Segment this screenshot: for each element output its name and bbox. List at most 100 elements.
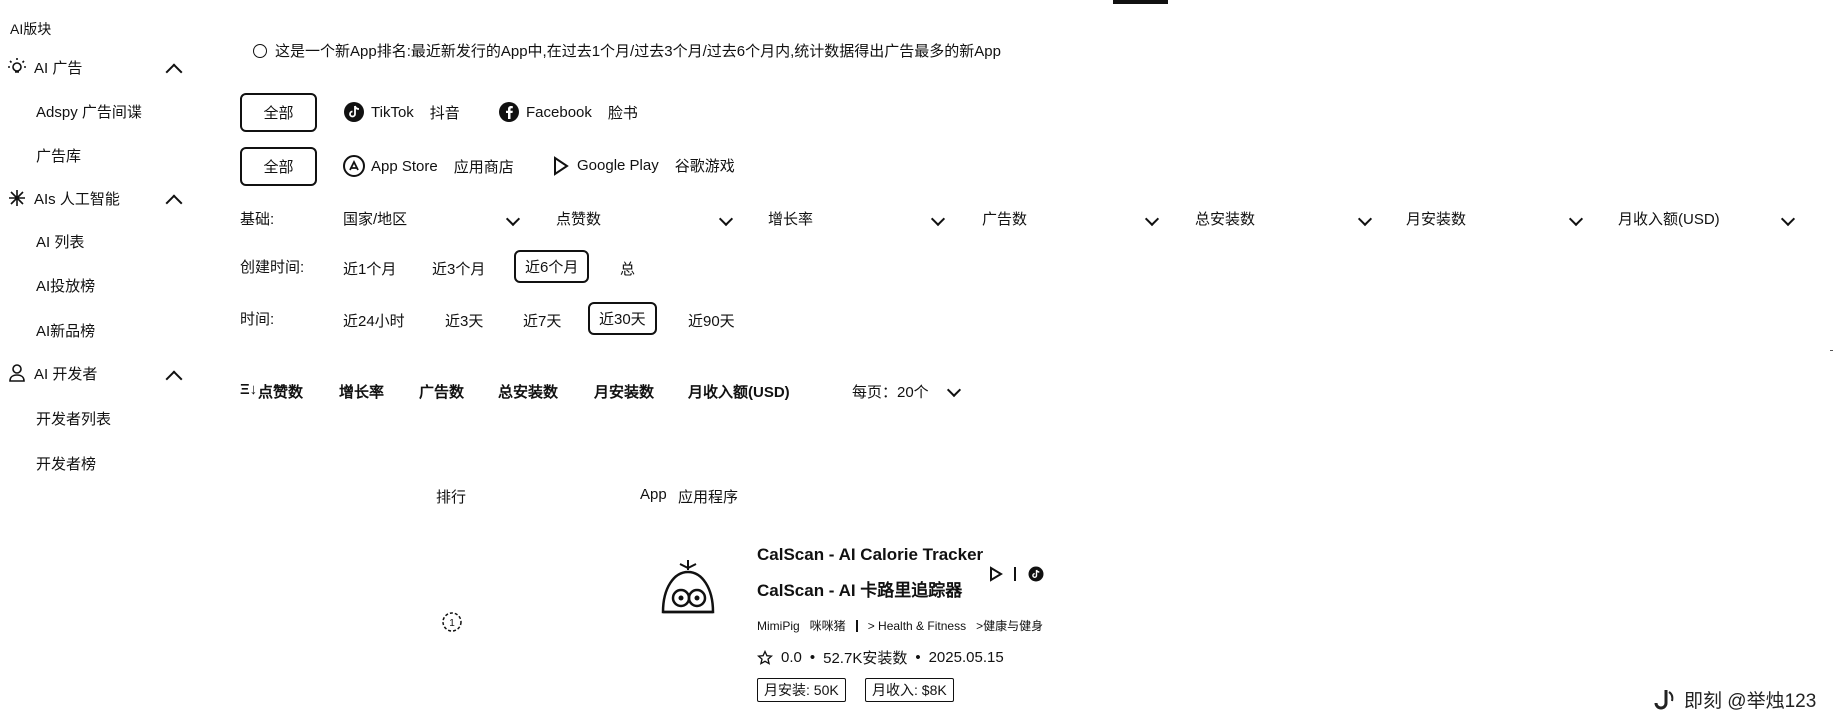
time-7d-option[interactable]: 近7天 <box>523 310 561 331</box>
monthly-installs-badge: 月安装: 50K <box>757 678 846 702</box>
chevron-down-icon <box>930 211 946 226</box>
time-90d-option[interactable]: 近90天 <box>688 310 735 331</box>
page-size-label: 每页：20个 <box>852 384 929 401</box>
google-play-filter[interactable]: Google Play 谷歌游戏 <box>551 155 735 176</box>
basic-filter-label: 基础: <box>240 211 275 228</box>
facebook-filter[interactable]: Facebook 脸书 <box>498 101 638 123</box>
divider-bar <box>1014 567 1016 581</box>
sort-ads[interactable]: 广告数 <box>419 381 464 402</box>
sidebar-item-ai-ad-rank[interactable]: AI投放榜 <box>36 275 95 296</box>
tiktok-label: TikTok <box>371 103 414 121</box>
created-3-month-option[interactable]: 近3个月 <box>432 258 485 279</box>
category-cn[interactable]: >健康与健身 <box>976 617 1043 634</box>
created-time-label: 创建时间: <box>240 259 305 276</box>
platform-all-button[interactable]: 全部 <box>240 93 317 132</box>
google-play-label: Google Play <box>577 157 659 174</box>
created-1-month-option[interactable]: 近1个月 <box>343 258 396 279</box>
dropdown-label: 月安装数 <box>1406 211 1467 228</box>
category-en[interactable]: > Health & Fitness <box>868 619 966 633</box>
sidebar-section-label: AI 开发者 <box>34 365 98 383</box>
sidebar-item-developer-rank[interactable]: 开发者榜 <box>36 453 96 474</box>
google-play-cn-label: 谷歌游戏 <box>674 158 735 175</box>
app-name-en[interactable]: CalScan - AI Calorie Tracker <box>757 545 983 565</box>
star-icon <box>757 649 773 666</box>
release-date: 2025.05.15 <box>928 649 1004 666</box>
chevron-down-icon <box>718 211 734 226</box>
dropdown-label: 点赞数 <box>556 211 602 228</box>
watermark-text: 即刻 @举烛123 <box>1684 691 1817 712</box>
facebook-label: Facebook <box>526 103 592 121</box>
developer-name-en[interactable]: MimiPig <box>757 619 800 633</box>
app-icon-calscan[interactable] <box>655 556 721 622</box>
dropdown-label: 广告数 <box>982 211 1028 228</box>
dropdown-label: 国家/地区 <box>343 211 408 228</box>
appstore-label: App Store <box>371 157 438 175</box>
dropdown-label: 总安装数 <box>1195 211 1256 228</box>
likes-dropdown[interactable]: 点赞数 <box>556 208 734 229</box>
sidebar-item-developer-list[interactable]: 开发者列表 <box>36 408 111 429</box>
rank-column-header: 排行 <box>436 489 467 506</box>
time-3d-option[interactable]: 近3天 <box>445 310 483 331</box>
created-6-month-option-selected[interactable]: 近6个月 <box>514 250 590 283</box>
app-column-header: App <box>640 486 667 503</box>
app-meta-line: MimiPig 咪咪猪 > Health & Fitness >健康与健身 <box>757 617 1043 634</box>
notice-text: 这是一个新App排名:最近新发行的App中,在过去1个月/过去3个月/过去6个月… <box>275 43 1001 60</box>
tiktok-cn-label: 抖音 <box>429 104 460 122</box>
chevron-down-icon <box>1144 211 1160 226</box>
growth-dropdown[interactable]: 增长率 <box>768 208 946 229</box>
chevron-up-icon[interactable] <box>165 194 183 212</box>
appstore-cn-label: 应用商店 <box>453 158 514 176</box>
page-size-select[interactable]: 每页：20个 <box>852 381 961 402</box>
chevron-down-icon <box>946 382 961 397</box>
sort-total-installs[interactable]: 总安装数 <box>498 381 558 402</box>
time-24h-option[interactable]: 近24小时 <box>343 310 405 331</box>
chevron-down-icon <box>1568 211 1584 226</box>
separator-dot: • <box>915 649 921 666</box>
jike-logo-icon <box>1652 687 1678 713</box>
monthly-revenue-dropdown[interactable]: 月收入额(USD) <box>1618 208 1796 229</box>
developer-name-cn[interactable]: 咪咪猪 <box>810 617 846 634</box>
sort-monthly-installs[interactable]: 月安装数 <box>594 381 654 402</box>
tiktok-filter[interactable]: TikTok 抖音 <box>343 101 460 123</box>
sidebar-section-ai-developers[interactable]: AI 开发者 <box>6 362 97 384</box>
sort-icon[interactable]: Ξ↓ <box>240 381 257 398</box>
app-name-cn[interactable]: CalScan - AI 卡路里追踪器 <box>757 576 962 601</box>
radio-icon[interactable] <box>253 43 267 58</box>
appstore-icon <box>343 155 365 177</box>
sort-growth[interactable]: 增长率 <box>339 381 384 402</box>
appstore-filter[interactable]: App Store 应用商店 <box>343 155 514 177</box>
chevron-up-icon[interactable] <box>165 370 183 388</box>
divider-dot <box>1830 350 1833 351</box>
sort-likes[interactable]: 点赞数 <box>258 381 303 402</box>
watermark: 即刻 @举烛123 <box>1652 686 1816 713</box>
sort-monthly-revenue[interactable]: 月收入额(USD) <box>688 381 790 402</box>
sidebar-section-ais[interactable]: AIs 人工智能 <box>6 187 120 209</box>
sidebar-item-ad-library[interactable]: 广告库 <box>36 145 81 166</box>
lightbulb-icon <box>6 56 28 78</box>
svg-text:1: 1 <box>449 618 455 629</box>
facebook-icon <box>498 101 520 123</box>
tiktok-icon <box>343 101 365 123</box>
sidebar-section-ai-ads[interactable]: AI 广告 <box>6 56 82 78</box>
created-all-option[interactable]: 总 <box>620 258 635 279</box>
sidebar-item-ai-new-rank[interactable]: AI新品榜 <box>36 320 95 341</box>
rating-value: 0.0 <box>781 649 802 666</box>
store-all-button[interactable]: 全部 <box>240 147 317 186</box>
ads-dropdown[interactable]: 广告数 <box>982 208 1160 229</box>
ranking-notice: 这是一个新App排名:最近新发行的App中,在过去1个月/过去3个月/过去6个月… <box>253 40 1001 61</box>
time-30d-option-selected[interactable]: 近30天 <box>588 302 657 335</box>
google-play-small-icon <box>988 566 1004 582</box>
facebook-cn-label: 脸书 <box>607 104 638 122</box>
sidebar-title: AI版块 <box>10 21 52 37</box>
app-stats-line: 0.0 • 52.7K安装数 • 2025.05.15 <box>757 647 1004 668</box>
monthly-installs-dropdown[interactable]: 月安装数 <box>1406 208 1584 229</box>
sidebar-section-label: AI 广告 <box>34 59 83 77</box>
rank-medal-icon: 1 <box>440 608 464 636</box>
sidebar-item-adspy[interactable]: Adspy 广告间谍 <box>36 101 142 122</box>
top-indicator-bar <box>1113 0 1168 4</box>
total-installs-dropdown[interactable]: 总安装数 <box>1195 208 1373 229</box>
country-dropdown[interactable]: 国家/地区 <box>343 208 521 229</box>
chevron-up-icon[interactable] <box>165 63 183 81</box>
google-play-icon <box>551 155 571 176</box>
sidebar-item-ai-list[interactable]: AI 列表 <box>36 231 84 252</box>
